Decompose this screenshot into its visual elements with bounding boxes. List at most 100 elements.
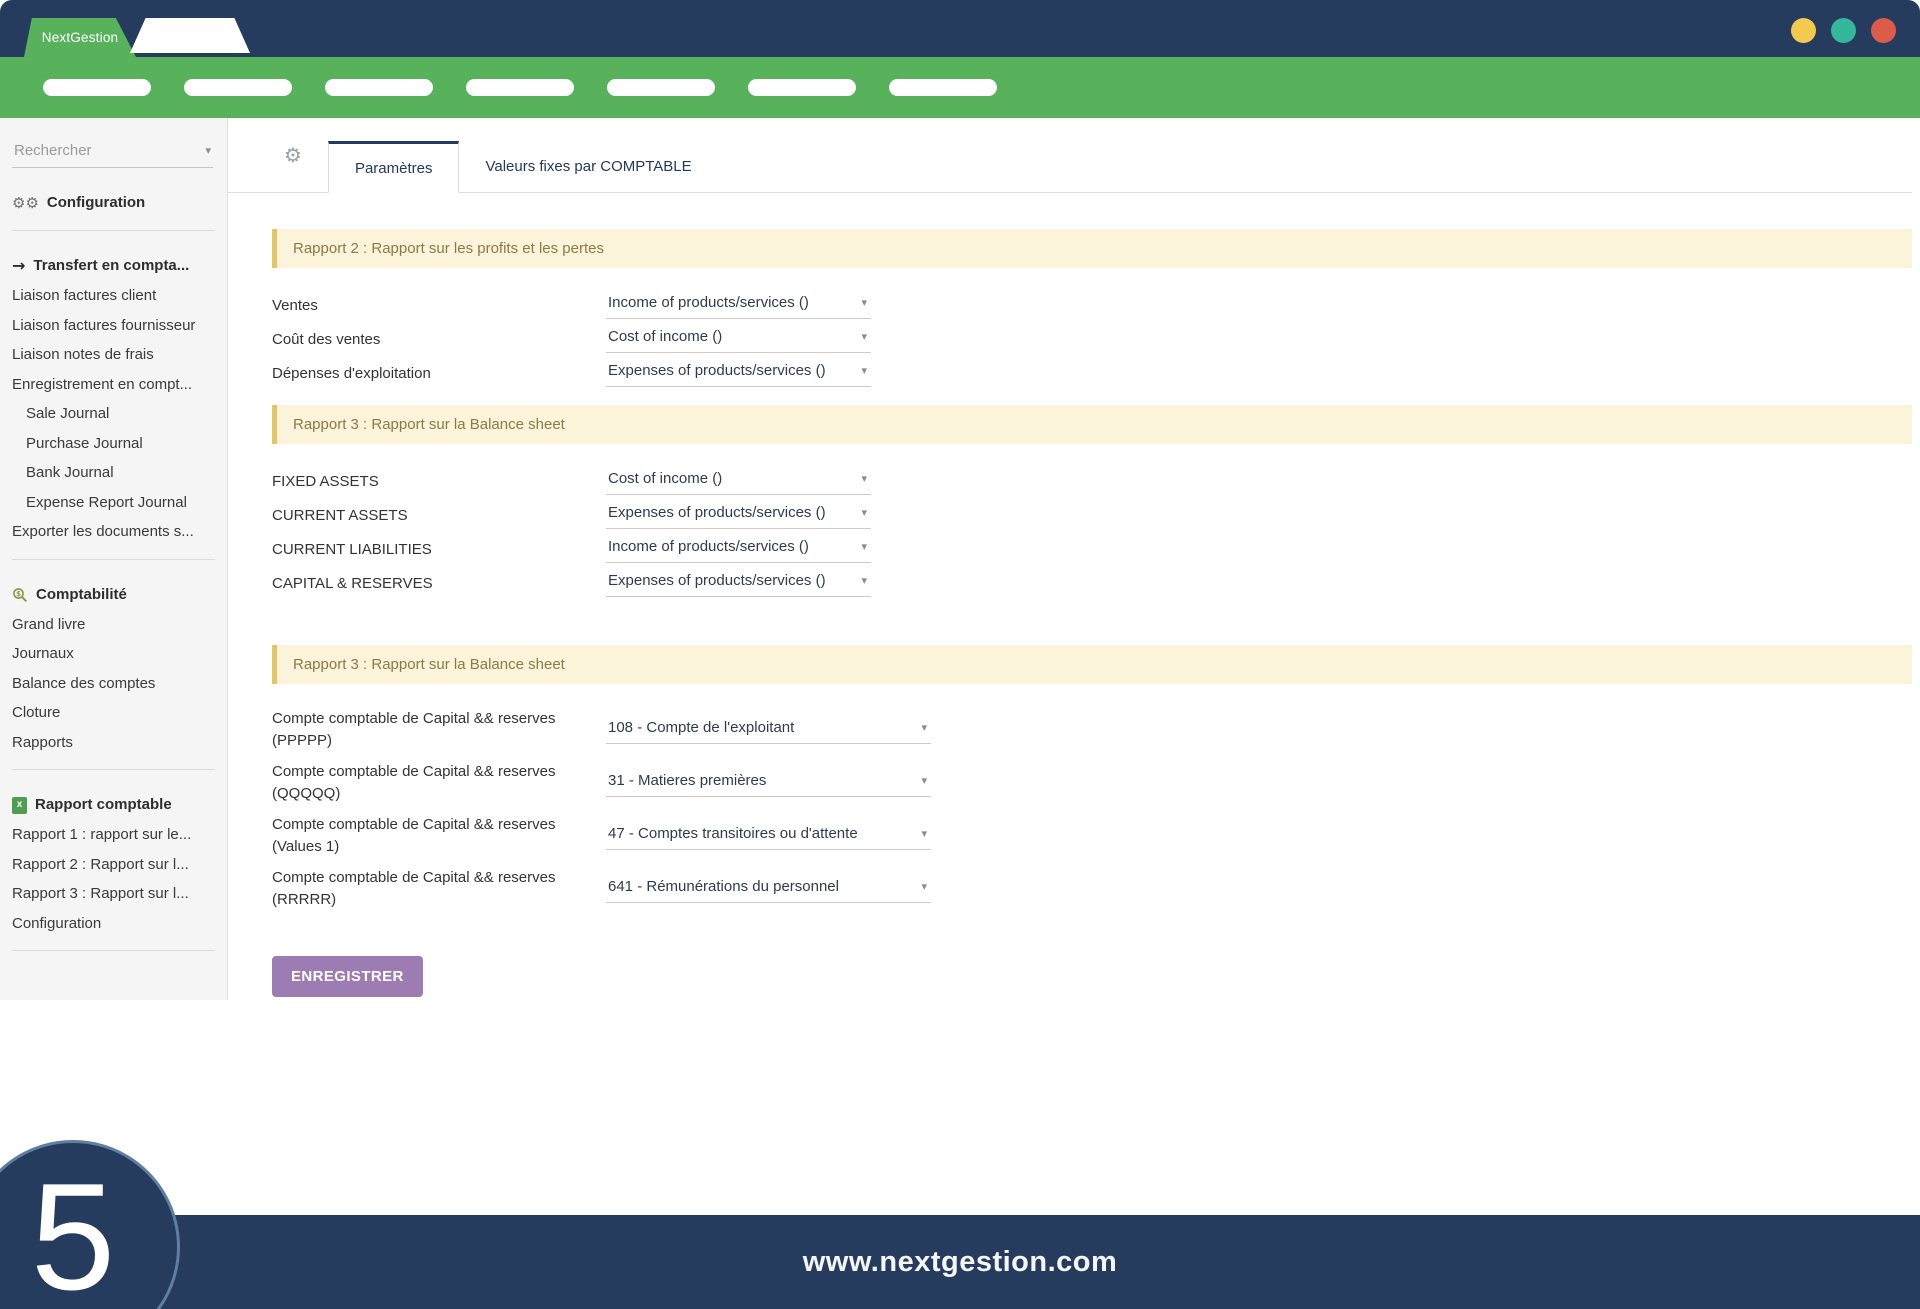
section-title-rapport-2: Rapport 2 : Rapport sur les profits et l…: [272, 229, 1912, 268]
tab-bar: ⚙ Paramètres Valeurs fixes par COMPTABLE: [228, 118, 1912, 193]
nav-pill[interactable]: [325, 79, 433, 96]
nav-pill[interactable]: [607, 79, 715, 96]
gear-icon[interactable]: ⚙: [284, 143, 302, 167]
arrow-right-icon: →: [12, 251, 25, 281]
gears-icon: ⚙⁩⚙: [12, 188, 39, 218]
current-assets-select[interactable]: Expenses of products/services () ▾: [606, 502, 871, 529]
sidebar-item-rapport-3[interactable]: Rapport 3 : Rapport sur l...: [0, 879, 227, 909]
sidebar-divider: [12, 950, 215, 951]
sidebar-group-label: Rapport comptable: [35, 790, 172, 820]
nav-pill[interactable]: [889, 79, 997, 96]
cout-des-ventes-select[interactable]: Cost of income () ▾: [606, 326, 871, 353]
tab-label: Valeurs fixes par COMPTABLE: [485, 158, 691, 175]
sidebar-group-label: Configuration: [47, 188, 145, 218]
field-label: FIXED ASSETS: [272, 468, 606, 493]
sidebar-item-bank-journal[interactable]: Bank Journal: [0, 458, 227, 488]
chevron-down-icon: ▾: [861, 296, 867, 309]
field-label: Compte comptable de Capital && reserves …: [272, 761, 606, 805]
save-button[interactable]: ENREGISTRER: [272, 956, 423, 997]
capital-reserves-select[interactable]: Expenses of products/services () ▾: [606, 570, 871, 597]
sidebar-group-configuration[interactable]: ⚙⁩⚙ Configuration: [0, 188, 227, 218]
chevron-down-icon: ▾: [861, 506, 867, 519]
form-row: Compte comptable de Capital && reserves …: [272, 708, 1912, 752]
search-placeholder: Rechercher: [14, 142, 92, 159]
sidebar-item-rapport-2[interactable]: Rapport 2 : Rapport sur l...: [0, 850, 227, 880]
chevron-down-icon: ▾: [921, 774, 927, 787]
select-value: 641 - Rémunérations du personnel: [608, 878, 839, 895]
brand-tab[interactable]: NextGestion: [24, 18, 136, 57]
sidebar-item-balance-des-comptes[interactable]: Balance des comptes: [0, 669, 227, 699]
chevron-down-icon: ▾: [921, 721, 927, 734]
main-panel: ⚙ Paramètres Valeurs fixes par COMPTABLE…: [228, 118, 1920, 1215]
blank-tab[interactable]: [130, 18, 250, 53]
compte-qqqqq-select[interactable]: 31 - Matieres premières ▾: [606, 770, 931, 797]
minimize-dot[interactable]: [1791, 18, 1816, 43]
sidebar-item-exporter-documents[interactable]: Exporter les documents s...: [0, 517, 227, 547]
fixed-assets-select[interactable]: Cost of income () ▾: [606, 468, 871, 495]
sidebar-item-expense-report-journal[interactable]: Expense Report Journal: [0, 488, 227, 518]
sidebar-item-purchase-journal[interactable]: Purchase Journal: [0, 429, 227, 459]
sidebar-item-liaison-factures-fournisseur[interactable]: Liaison factures fournisseur: [0, 311, 227, 341]
select-value: Income of products/services (): [608, 294, 809, 311]
chevron-down-icon: ▾: [205, 144, 211, 157]
compte-ppppp-select[interactable]: 108 - Compte de l'exploitant ▾: [606, 717, 931, 744]
brand-label: NextGestion: [42, 30, 118, 45]
field-label: Compte comptable de Capital && reserves …: [272, 708, 606, 752]
select-value: Cost of income (): [608, 328, 722, 345]
form-row: Coût des ventes Cost of income () ▾: [272, 326, 1912, 353]
field-label: CAPITAL & RESERVES: [272, 570, 606, 595]
select-value: Cost of income (): [608, 470, 722, 487]
close-dot[interactable]: [1871, 18, 1896, 43]
sidebar-group-label: Transfert en compta...: [33, 251, 189, 281]
current-liabilities-select[interactable]: Income of products/services () ▾: [606, 536, 871, 563]
sidebar-item-liaison-factures-client[interactable]: Liaison factures client: [0, 281, 227, 311]
sidebar-divider: [12, 230, 215, 231]
sidebar: Rechercher ▾ ⚙⁩⚙ Configuration → Transfe…: [0, 118, 228, 1215]
svg-text:$: $: [16, 590, 21, 598]
section-title-rapport-3-balance: Rapport 3 : Rapport sur la Balance sheet: [272, 405, 1912, 444]
nav-pill[interactable]: [184, 79, 292, 96]
app-window: NextGestion Rechercher ▾ ⚙⁩⚙ C: [0, 0, 1920, 1309]
sidebar-group-label: Comptabilité: [36, 580, 127, 610]
search-input[interactable]: Rechercher ▾: [12, 138, 213, 168]
form-row: Dépenses d'exploitation Expenses of prod…: [272, 360, 1912, 387]
sidebar-item-journaux[interactable]: Journaux: [0, 639, 227, 669]
ventes-select[interactable]: Income of products/services () ▾: [606, 292, 871, 319]
section-title-rapport-3-comptes: Rapport 3 : Rapport sur la Balance sheet: [272, 645, 1912, 684]
sidebar-item-rapports[interactable]: Rapports: [0, 728, 227, 758]
select-value: 47 - Comptes transitoires ou d'attente: [608, 825, 858, 842]
select-value: Expenses of products/services (): [608, 504, 826, 521]
chevron-down-icon: ▾: [861, 472, 867, 485]
footer-bar: www.nextgestion.com: [0, 1215, 1920, 1309]
depenses-exploitation-select[interactable]: Expenses of products/services () ▾: [606, 360, 871, 387]
sidebar-item-sale-journal[interactable]: Sale Journal: [0, 399, 227, 429]
main-navbar: [0, 57, 1920, 118]
nav-pill[interactable]: [748, 79, 856, 96]
tab-valeurs-fixes[interactable]: Valeurs fixes par COMPTABLE: [459, 140, 717, 192]
sidebar-group-rapport-comptable[interactable]: x Rapport comptable: [0, 790, 227, 820]
nav-pill[interactable]: [43, 79, 151, 96]
sidebar-item-liaison-notes-de-frais[interactable]: Liaison notes de frais: [0, 340, 227, 370]
select-value: 108 - Compte de l'exploitant: [608, 719, 794, 736]
tab-parametres[interactable]: Paramètres: [328, 141, 460, 193]
sidebar-group-comptabilite[interactable]: $ Comptabilité: [0, 580, 227, 610]
footer-url: www.nextgestion.com: [803, 1246, 1118, 1279]
form-row: CURRENT LIABILITIES Income of products/s…: [272, 536, 1912, 563]
field-label: CURRENT ASSETS: [272, 502, 606, 527]
form-row: CURRENT ASSETS Expenses of products/serv…: [272, 502, 1912, 529]
excel-file-icon: x: [12, 797, 27, 814]
nav-pill[interactable]: [466, 79, 574, 96]
sidebar-item-enregistrement[interactable]: Enregistrement en compt...: [0, 370, 227, 400]
chevron-down-icon: ▾: [861, 330, 867, 343]
sidebar-item-rapport-1[interactable]: Rapport 1 : rapport sur le...: [0, 820, 227, 850]
section-comptes-rows: Compte comptable de Capital && reserves …: [272, 708, 1912, 911]
compte-values1-select[interactable]: 47 - Comptes transitoires ou d'attente ▾: [606, 823, 931, 850]
section-balance-rows: FIXED ASSETS Cost of income () ▾ CURRENT…: [272, 468, 1912, 597]
sidebar-item-configuration[interactable]: Configuration: [0, 909, 227, 939]
sidebar-item-grand-livre[interactable]: Grand livre: [0, 610, 227, 640]
field-label: Ventes: [272, 292, 606, 317]
sidebar-group-transfert[interactable]: → Transfert en compta...: [0, 251, 227, 281]
compte-rrrrr-select[interactable]: 641 - Rémunérations du personnel ▾: [606, 876, 931, 903]
sidebar-item-cloture[interactable]: Cloture: [0, 698, 227, 728]
maximize-dot[interactable]: [1831, 18, 1856, 43]
